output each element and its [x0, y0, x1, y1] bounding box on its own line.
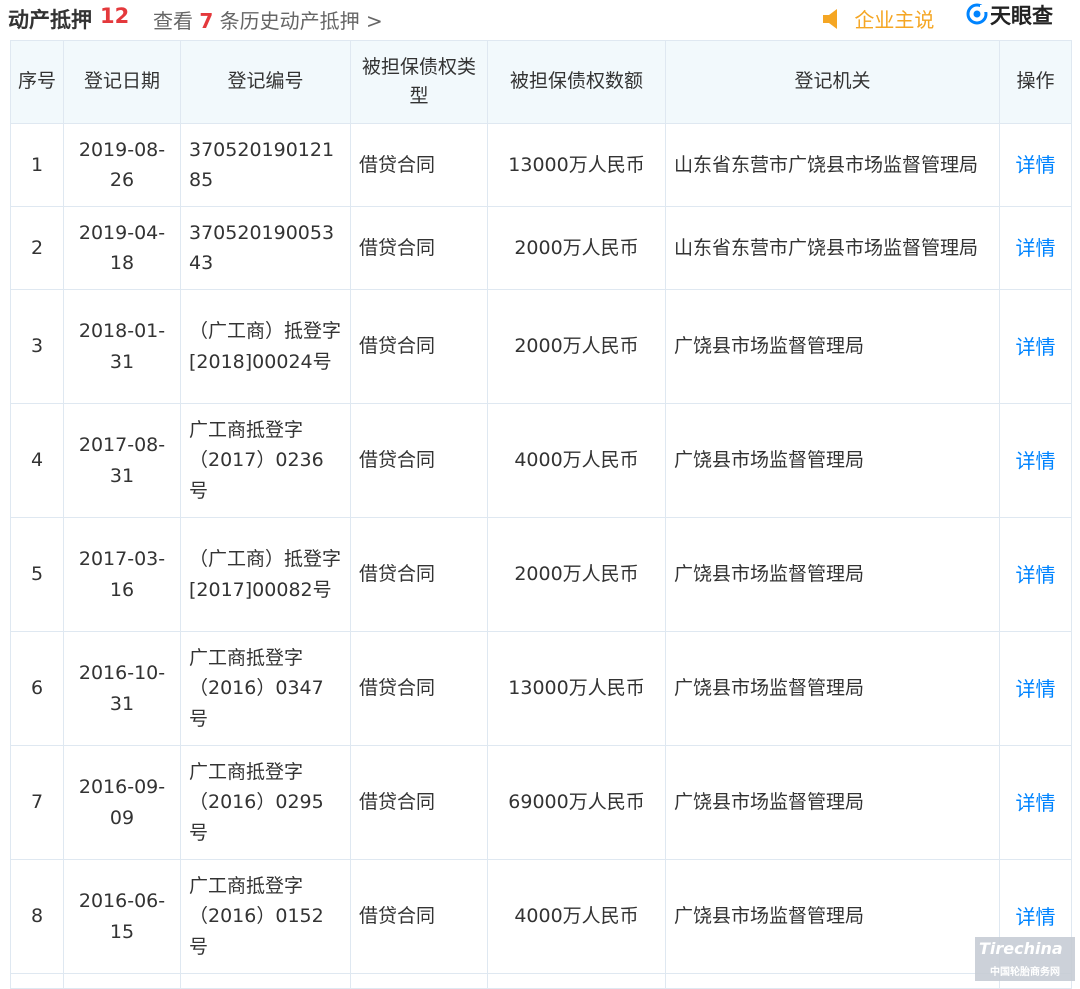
- debt-type: 借贷合同: [350, 631, 488, 746]
- detail-link[interactable]: 详情: [1016, 563, 1056, 587]
- reg-authority: 广饶县市场监督管理局: [665, 745, 1000, 860]
- row-index: 3: [10, 289, 64, 404]
- reg-authority: 广饶县市场监督管理局: [665, 517, 1000, 632]
- reg-date: 2019-08-26: [63, 123, 181, 207]
- tianyancha-logo[interactable]: 天眼查: [966, 0, 1078, 28]
- reg-authority: 广饶县市场监督管理局: [665, 403, 1000, 518]
- debt-amount: 4000万人民币: [487, 859, 666, 974]
- table-row: 8 2016-06-15 广工商抵登字（2016）0152号 借贷合同 4000…: [10, 859, 1072, 974]
- reg-date: 2018-01-31: [63, 289, 181, 404]
- debt-amount: 2000万人民币: [487, 517, 666, 632]
- row-index: 7: [10, 745, 64, 860]
- section-count: 12: [100, 4, 130, 28]
- table-row: 3 2018-01-31 （广工商）抵登字[2018]00024号 借贷合同 2…: [10, 289, 1072, 404]
- table-row: 5 2017-03-16 （广工商）抵登字[2017]00082号 借贷合同 2…: [10, 517, 1072, 632]
- reg-date: 2016-10-31: [63, 631, 181, 746]
- detail-link[interactable]: 详情: [1016, 677, 1056, 701]
- reg-date: 2019-04-18: [63, 206, 181, 290]
- watermark-text: 中国轮胎商务网: [990, 967, 1060, 978]
- row-index: 8: [10, 859, 64, 974]
- row-index: 4: [10, 403, 64, 518]
- column-header: 登记机关: [665, 40, 1000, 124]
- mortgage-table: 序号 登记日期 登记编号 被担保债权类型 被担保债权数额 登记机关 操作 1 2…: [10, 40, 1072, 989]
- detail-link[interactable]: 详情: [1016, 905, 1056, 929]
- reg-date: 2017-08-31: [63, 403, 181, 518]
- table-row-partial: [10, 973, 1072, 989]
- row-index: 6: [10, 631, 64, 746]
- table-row: 1 2019-08-26 370520190121 85 借贷合同 13000万…: [10, 123, 1072, 207]
- table-header-row: 序号 登记日期 登记编号 被担保债权类型 被担保债权数额 登记机关 操作: [10, 40, 1072, 124]
- reg-authority: 广饶县市场监督管理局: [665, 631, 1000, 746]
- table-row: 7 2016-09-09 广工商抵登字（2016）0295号 借贷合同 6900…: [10, 745, 1072, 860]
- column-header: 登记编号: [180, 40, 351, 124]
- logo-eye-icon: [966, 3, 988, 25]
- detail-link[interactable]: 详情: [1016, 335, 1056, 359]
- reg-date: 2016-09-09: [63, 745, 181, 860]
- column-header: 被担保债权数额: [487, 40, 666, 124]
- reg-date: 2017-03-16: [63, 517, 181, 632]
- reg-date: 2016-06-15: [63, 859, 181, 974]
- reg-number: （广工商）抵登字[2017]00082号: [180, 517, 351, 632]
- company-say-button[interactable]: 企业主说: [822, 4, 935, 32]
- column-header: 登记日期: [63, 40, 181, 124]
- history-suffix: 条历史动产抵押 >: [219, 9, 383, 33]
- reg-number: 370520190121 85: [180, 123, 351, 207]
- reg-number: 广工商抵登字（2016）0295号: [180, 745, 351, 860]
- reg-number: 370520190053 43: [180, 206, 351, 290]
- debt-type: 借贷合同: [350, 859, 488, 974]
- reg-number: 广工商抵登字（2016）0347号: [180, 631, 351, 746]
- table-row: 6 2016-10-31 广工商抵登字（2016）0347号 借贷合同 1300…: [10, 631, 1072, 746]
- row-index: 2: [10, 206, 64, 290]
- row-index: 1: [10, 123, 64, 207]
- logo-text: 天眼查: [990, 4, 1053, 28]
- debt-type: 借贷合同: [350, 289, 488, 404]
- reg-authority: 广饶县市场监督管理局: [665, 289, 1000, 404]
- section-header: 动产抵押 12 查看 7 条历史动产抵押 > 企业主说 天眼查: [0, 0, 1080, 36]
- history-count: 7: [199, 9, 214, 33]
- watermark-logo: Tirechina: [979, 939, 1063, 958]
- reg-authority: 山东省东营市广饶县市场监督管理局: [665, 206, 1000, 290]
- debt-type: 借贷合同: [350, 517, 488, 632]
- row-index: 5: [10, 517, 64, 632]
- column-header: 被担保债权类型: [350, 40, 488, 124]
- debt-type: 借贷合同: [350, 403, 488, 518]
- debt-amount: 13000万人民币: [487, 123, 666, 207]
- debt-amount: 69000万人民币: [487, 745, 666, 860]
- debt-amount: 4000万人民币: [487, 403, 666, 518]
- debt-type: 借贷合同: [350, 745, 488, 860]
- company-say-label: 企业主说: [854, 8, 935, 32]
- speaker-icon: [823, 9, 837, 29]
- table-row: 4 2017-08-31 广工商抵登字（2017）0236号 借贷合同 4000…: [10, 403, 1072, 518]
- reg-authority: 广饶县市场监督管理局: [665, 859, 1000, 974]
- detail-link[interactable]: 详情: [1016, 791, 1056, 815]
- detail-link[interactable]: 详情: [1016, 153, 1056, 177]
- reg-authority: 山东省东营市广饶县市场监督管理局: [665, 123, 1000, 207]
- history-link[interactable]: 查看 7 条历史动产抵押 >: [153, 5, 383, 34]
- table-row: 2 2019-04-18 370520190053 43 借贷合同 2000万人…: [10, 206, 1072, 290]
- history-prefix: 查看: [153, 9, 193, 33]
- debt-type: 借贷合同: [350, 123, 488, 207]
- detail-link[interactable]: 详情: [1016, 236, 1056, 260]
- reg-number: 广工商抵登字（2016）0152号: [180, 859, 351, 974]
- detail-link[interactable]: 详情: [1016, 449, 1056, 473]
- debt-amount: 2000万人民币: [487, 289, 666, 404]
- reg-number: （广工商）抵登字[2018]00024号: [180, 289, 351, 404]
- column-header: 操作: [999, 40, 1072, 124]
- debt-type: 借贷合同: [350, 206, 488, 290]
- section-title: 动产抵押: [8, 8, 92, 32]
- reg-number: 广工商抵登字（2017）0236号: [180, 403, 351, 518]
- column-header: 序号: [10, 40, 64, 124]
- tirechina-watermark: Tirechina 中国轮胎商务网: [975, 937, 1075, 981]
- debt-amount: 2000万人民币: [487, 206, 666, 290]
- debt-amount: 13000万人民币: [487, 631, 666, 746]
